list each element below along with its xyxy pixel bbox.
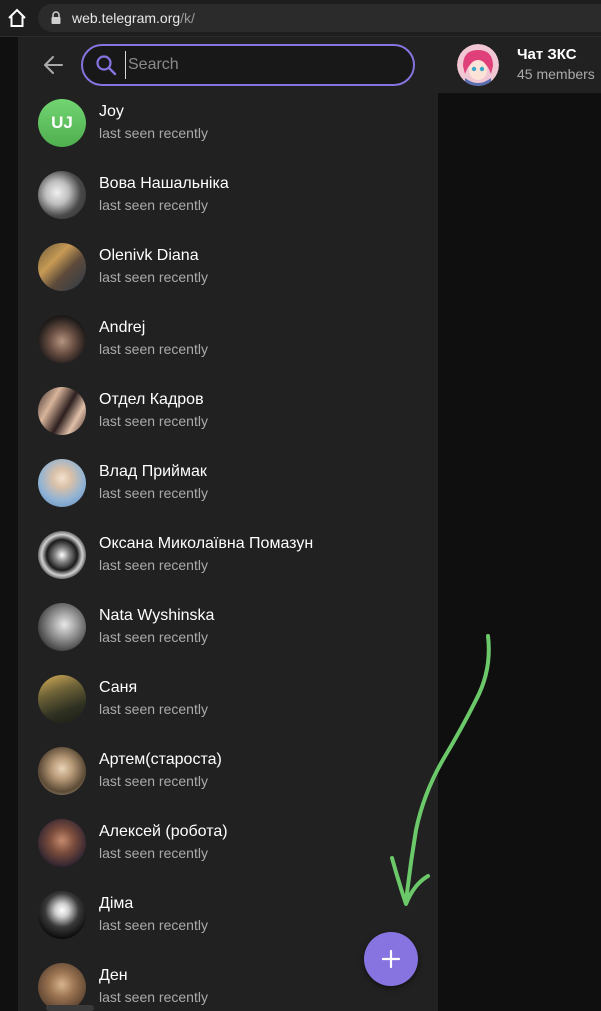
contact-status: last seen recently bbox=[99, 269, 208, 285]
contact-list: UJ Joy last seen recently Вова Нашальнік… bbox=[18, 93, 438, 1011]
avatar bbox=[38, 891, 86, 939]
contact-status: last seen recently bbox=[99, 845, 208, 861]
contact-name: Olenivk Diana bbox=[99, 247, 199, 264]
contacts-sidebar: UJ Joy last seen recently Вова Нашальнік… bbox=[18, 37, 438, 1011]
contact-name: Andrej bbox=[99, 319, 146, 336]
contact-name: Влад Приймак bbox=[99, 463, 207, 480]
contact-status: last seen recently bbox=[99, 701, 208, 717]
contact-name: Діма bbox=[99, 895, 134, 912]
contact-name: Вова Нашальніка bbox=[99, 175, 229, 192]
chat-avatar bbox=[457, 44, 499, 86]
contact-item[interactable]: Артем(староста) last seen recently bbox=[18, 741, 438, 813]
browser-address-bar: web.telegram.org/k/ bbox=[0, 0, 601, 37]
contact-status: last seen recently bbox=[99, 557, 208, 573]
contact-item[interactable]: Olenivk Diana last seen recently bbox=[18, 237, 438, 309]
search-box[interactable] bbox=[81, 44, 415, 86]
avatar bbox=[38, 603, 86, 651]
contact-item[interactable]: Andrej last seen recently bbox=[18, 309, 438, 381]
chat-panel: Чат ЗКС 45 members bbox=[438, 37, 601, 1011]
contact-status: last seen recently bbox=[99, 485, 208, 501]
avatar bbox=[38, 315, 86, 363]
chat-member-count: 45 members bbox=[517, 66, 595, 82]
avatar bbox=[38, 747, 86, 795]
contact-name: Отдел Кадров bbox=[99, 391, 204, 408]
contact-name: Алексей (робота) bbox=[99, 823, 228, 840]
contact-item[interactable]: Вова Нашальніка last seen recently bbox=[18, 165, 438, 237]
contact-name: Ден bbox=[99, 967, 128, 984]
url-host: web.telegram.org bbox=[72, 10, 181, 26]
search-input[interactable] bbox=[125, 51, 400, 79]
avatar: UJ bbox=[38, 99, 86, 147]
contact-status: last seen recently bbox=[99, 629, 208, 645]
contact-item[interactable]: Саня last seen recently bbox=[18, 669, 438, 741]
horizontal-scrollbar[interactable] bbox=[46, 1005, 94, 1011]
contact-status: last seen recently bbox=[99, 917, 208, 933]
contact-item[interactable]: Влад Приймак last seen recently bbox=[18, 453, 438, 525]
avatar bbox=[38, 963, 86, 1011]
contact-status: last seen recently bbox=[99, 413, 208, 429]
contact-item[interactable]: Оксана Миколаївна Помазун last seen rece… bbox=[18, 525, 438, 597]
avatar bbox=[38, 675, 86, 723]
url-field[interactable]: web.telegram.org/k/ bbox=[38, 4, 601, 32]
avatar bbox=[38, 171, 86, 219]
url-text: web.telegram.org/k/ bbox=[72, 10, 195, 26]
chat-title: Чат ЗКС bbox=[517, 46, 577, 63]
arrow-left-icon[interactable] bbox=[38, 51, 70, 79]
contact-name: Nata Wyshinska bbox=[99, 607, 215, 624]
contact-name: Оксана Миколаївна Помазун bbox=[99, 535, 314, 552]
url-path: /k/ bbox=[180, 10, 195, 26]
contact-name: Саня bbox=[99, 679, 138, 696]
contact-item[interactable]: Nata Wyshinska last seen recently bbox=[18, 597, 438, 669]
search-icon bbox=[96, 55, 117, 76]
plus-icon bbox=[381, 949, 401, 969]
home-icon[interactable] bbox=[6, 7, 28, 29]
new-contact-button[interactable] bbox=[364, 932, 418, 986]
avatar bbox=[38, 243, 86, 291]
contact-status: last seen recently bbox=[99, 341, 208, 357]
contact-status: last seen recently bbox=[99, 773, 208, 789]
contact-item[interactable]: UJ Joy last seen recently bbox=[18, 93, 438, 165]
contact-name: Артем(староста) bbox=[99, 751, 222, 768]
avatar bbox=[38, 387, 86, 435]
chat-header[interactable]: Чат ЗКС 45 members bbox=[438, 37, 601, 93]
avatar bbox=[38, 531, 86, 579]
lock-icon bbox=[51, 11, 61, 24]
contact-item[interactable]: Отдел Кадров last seen recently bbox=[18, 381, 438, 453]
contact-name: Joy bbox=[99, 103, 124, 120]
left-background-strip bbox=[0, 37, 18, 1011]
contact-status: last seen recently bbox=[99, 989, 208, 1005]
avatar bbox=[38, 819, 86, 867]
contact-status: last seen recently bbox=[99, 197, 208, 213]
anime-avatar-image bbox=[457, 44, 499, 86]
contact-status: last seen recently bbox=[99, 125, 208, 141]
avatar bbox=[38, 459, 86, 507]
contact-item[interactable]: Алексей (робота) last seen recently bbox=[18, 813, 438, 885]
